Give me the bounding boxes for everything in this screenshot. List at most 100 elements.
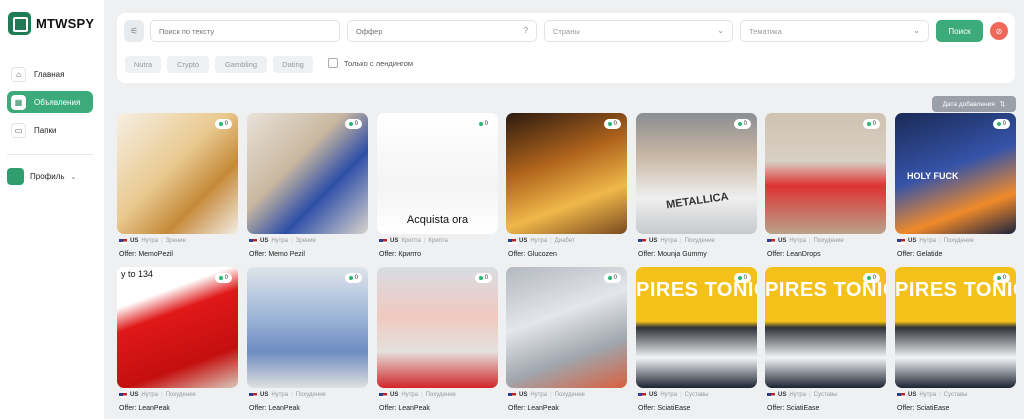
offer-label: Offer: SciatiEase: [767, 405, 820, 412]
ad-card[interactable]: METALLICA 0 US Нутра | Похудение Offer: …: [636, 113, 757, 261]
topic-label: Суставы: [813, 392, 838, 398]
ad-meta: US Нутра | Диабет: [508, 238, 575, 244]
views-counter: 0: [733, 273, 751, 283]
help-icon[interactable]: ?: [524, 26, 528, 35]
filter-settings-button[interactable]: ⚟: [124, 20, 144, 42]
landing-only-checkbox[interactable]: Только с лендингом: [328, 58, 413, 68]
chip-gambling[interactable]: Gambling: [215, 56, 267, 73]
vertical-label: Нутра: [789, 238, 807, 244]
filter-panel: ⚟ ? Страны ⌄ Тематика ⌄ Поиск ⊘ Nutra Cr…: [117, 13, 1015, 83]
search-input[interactable]: [159, 26, 339, 36]
topic-label: Похудение: [295, 392, 326, 398]
grid-icon: ▦: [11, 94, 26, 110]
views-count: 0: [1002, 121, 1006, 127]
reset-button[interactable]: ⊘: [990, 22, 1008, 40]
home-icon: ⌂: [11, 66, 26, 82]
status-dot-icon: [218, 276, 223, 280]
views-count: 0: [613, 275, 617, 281]
ad-card[interactable]: 0 US Нутра | Зрение Offer: Memo Pezil: [247, 113, 368, 261]
ad-card[interactable]: PIRES TONIC 0 US Нутра | Суставы Offer: …: [895, 267, 1016, 415]
vertical-label: Нутра: [401, 392, 419, 398]
offer-label: Offer: LeanPeak: [249, 405, 300, 412]
meta-separator: |: [161, 238, 163, 244]
ad-meta: US Нутра | Похудение: [767, 238, 844, 244]
ad-thumbnail[interactable]: y to 134 0: [117, 267, 238, 388]
meta-separator: |: [291, 238, 293, 244]
offer-input[interactable]: [356, 26, 536, 36]
profile-menu[interactable]: Профиль ⌄: [7, 168, 76, 185]
sort-icon: ⇅: [999, 101, 1006, 108]
ad-card[interactable]: 0 US Нутра | Похудение Offer: LeanPeak: [506, 267, 627, 415]
chip-crypto[interactable]: Crypto: [167, 56, 209, 73]
ad-meta: US Нутра | Похудение: [897, 238, 974, 244]
ad-thumbnail[interactable]: PIRES TONIC 0: [895, 267, 1016, 388]
views-counter: 0: [214, 119, 232, 129]
sidebar-item-ads[interactable]: ▦ Объявления: [7, 91, 93, 113]
meta-separator: |: [809, 392, 811, 398]
offer-label: Offer: LeanPeak: [508, 405, 559, 412]
views-counter: 0: [862, 119, 880, 129]
vertical-label: Нутра: [141, 392, 159, 398]
profile-label: Профиль: [30, 172, 65, 181]
country-code: US: [649, 238, 658, 244]
ad-thumbnail[interactable]: PIRES TONIC 0: [765, 267, 886, 388]
ad-card[interactable]: 0 US Нутра | Похудение Offer: LeanDrops: [765, 113, 886, 261]
ad-card[interactable]: 0 US Нутра | Зрение Offer: MemoPezil: [117, 113, 238, 261]
vertical-label: Нутра: [530, 392, 548, 398]
sidebar-item-label: Папки: [34, 125, 57, 135]
us-flag-icon: [638, 392, 646, 398]
ad-card[interactable]: y to 134 0 US Нутра | Похудение Offer: L…: [117, 267, 238, 415]
views-counter: 0: [474, 119, 492, 129]
topic-label: Похудение: [165, 392, 196, 398]
sidebar-item-folders[interactable]: ▭ Папки: [7, 119, 93, 141]
ad-card[interactable]: PIRES TONIC 0 US Нутра | Суставы Offer: …: [765, 267, 886, 415]
views-count: 0: [1002, 275, 1006, 281]
ad-thumbnail[interactable]: 0: [247, 113, 368, 234]
ad-thumbnail[interactable]: 0: [506, 267, 627, 388]
topic-select[interactable]: Тематика ⌄: [740, 20, 929, 42]
chip-dating[interactable]: Dating: [273, 56, 313, 73]
views-count: 0: [484, 275, 488, 281]
status-dot-icon: [866, 276, 871, 280]
thumb-caption: HOLY FUCK: [907, 171, 959, 181]
chip-nutra[interactable]: Nutra: [125, 56, 161, 73]
sidebar-item-home[interactable]: ⌂ Главная: [7, 63, 93, 85]
vertical-label: Нутра: [141, 238, 159, 244]
ad-meta: US Нутра | Зрение: [249, 238, 316, 244]
ad-thumbnail[interactable]: PIRES TONIC 0: [636, 267, 757, 388]
offer-label: Offer: Glucozen: [508, 251, 557, 258]
ad-card[interactable]: 0 US Нутра | Похудение Offer: LeanPeak: [247, 267, 368, 415]
countries-select[interactable]: Страны ⌄: [544, 20, 733, 42]
ad-card[interactable]: 0 US Нутра | Похудение Offer: LeanPeak: [377, 267, 498, 415]
search-field[interactable]: [150, 20, 340, 42]
ad-thumbnail[interactable]: Acquista ora 0: [377, 113, 498, 234]
ad-card[interactable]: Acquista ora 0 US Крипта | Крипта Offer:…: [377, 113, 498, 261]
ad-thumbnail[interactable]: METALLICA 0: [636, 113, 757, 234]
ad-thumbnail[interactable]: 0: [377, 267, 498, 388]
checkbox[interactable]: [328, 58, 338, 68]
logo[interactable]: MTWSPY: [8, 12, 94, 35]
country-code: US: [390, 238, 399, 244]
ad-card[interactable]: PIRES TONIC 0 US Нутра | Суставы Offer: …: [636, 267, 757, 415]
ad-thumbnail[interactable]: 0: [765, 113, 886, 234]
ad-thumbnail[interactable]: 0: [506, 113, 627, 234]
ad-thumbnail[interactable]: HOLY FUCK 0: [895, 113, 1016, 234]
ad-card[interactable]: 0 US Нутра | Диабет Offer: Glucozen: [506, 113, 627, 261]
search-button[interactable]: Поиск: [936, 20, 983, 42]
meta-separator: |: [939, 238, 941, 244]
ad-card[interactable]: HOLY FUCK 0 US Нутра | Похудение Offer: …: [895, 113, 1016, 261]
views-counter: 0: [344, 119, 362, 129]
chevron-down-icon: ⌄: [913, 26, 920, 35]
ad-thumbnail[interactable]: 0: [117, 113, 238, 234]
views-count: 0: [224, 275, 228, 281]
sort-button[interactable]: Дата добавления ⇅: [932, 96, 1016, 112]
status-dot-icon: [996, 276, 1001, 280]
ad-meta: US Нутра | Похудение: [379, 392, 456, 398]
topic-label: Похудение: [554, 392, 585, 398]
meta-separator: |: [423, 238, 426, 244]
us-flag-icon: [119, 392, 127, 398]
status-dot-icon: [737, 122, 742, 126]
status-dot-icon: [348, 276, 353, 280]
ad-thumbnail[interactable]: 0: [247, 267, 368, 388]
offer-field[interactable]: ?: [347, 20, 537, 42]
